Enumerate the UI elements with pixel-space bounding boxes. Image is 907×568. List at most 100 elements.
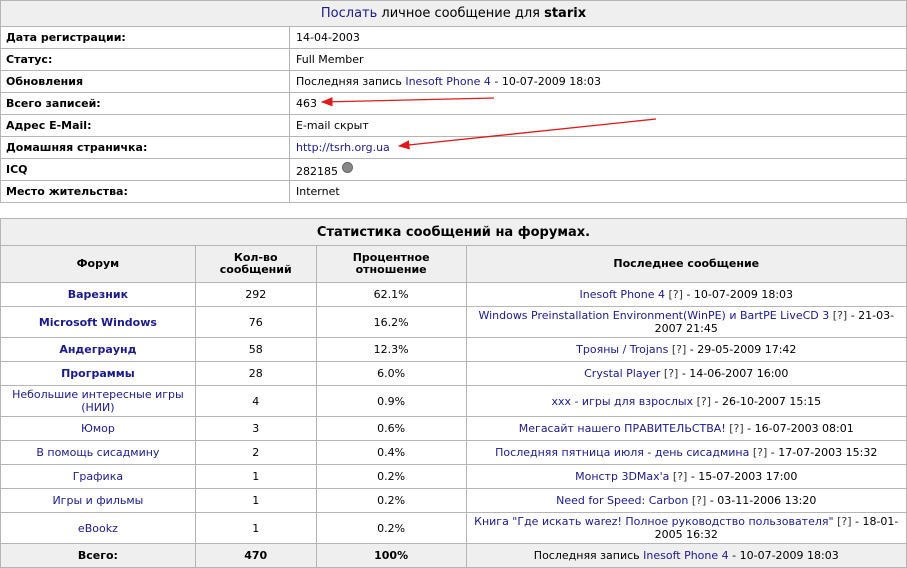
forum-last-post: Inesoft Phone 4 [?] - 10-07-2009 18:03	[465, 282, 907, 307]
profile-header-row: Послать личное сообщение для starix	[0, 0, 907, 27]
last-post-topic-link[interactable]: Windows Preinstallation Environment(WinP…	[478, 309, 829, 322]
forum-post-count: 1	[194, 464, 317, 489]
forum-last-post: Need for Speed: Carbon [?] - 03-11-2006 …	[465, 488, 907, 513]
col-header-percent-line2: отношение	[355, 263, 427, 276]
forum-name-link[interactable]: Программы	[0, 361, 196, 386]
forum-name-link[interactable]: В помощь сисадмину	[0, 440, 196, 465]
forum-name-link[interactable]: Небольшие интересные игры (НИИ)	[0, 385, 196, 417]
forum-post-percent: 0.2%	[315, 512, 467, 544]
forum-post-count: 1	[194, 488, 317, 513]
total-count: 470	[194, 543, 317, 568]
total-last-prefix: Последняя запись	[533, 549, 644, 562]
forum-last-post: xxx - игры для взрослых [?] - 26-10-2007…	[465, 385, 907, 417]
last-post-timestamp: - 03-11-2006 13:20	[706, 494, 817, 507]
forum-post-percent: 16.2%	[315, 306, 467, 338]
location-value: Internet	[289, 180, 907, 203]
stats-title: Статистика сообщений на форумах.	[0, 218, 907, 246]
last-post-info: Последняя запись Inesoft Phone 4 - 10-07…	[289, 70, 907, 93]
forum-row: Небольшие интересные игры (НИИ) 4 0.9% xxx …	[0, 385, 907, 417]
last-post-topic-link[interactable]: Трояны / Trojans	[576, 343, 668, 356]
forum-row: Юмор 3 0.6% Мегасайт нашего ПРАВИТЕЛЬСТВА! …	[0, 416, 907, 441]
topic-help-link[interactable]: [?]	[693, 395, 711, 408]
forum-name-link[interactable]: Андеграунд	[0, 337, 196, 362]
member-status: Full Member	[289, 48, 907, 71]
forum-last-post: Crystal Player [?] - 14-06-2007 16:00	[465, 361, 907, 386]
last-post-link[interactable]: Inesoft Phone 4	[405, 75, 491, 88]
last-post-topic-link[interactable]: Мегасайт нашего ПРАВИТЕЛЬСТВА!	[519, 422, 726, 435]
forum-name-link[interactable]: Игры и фильмы	[0, 488, 196, 513]
forum-last-post: Книга "Где искать warez! Полное руководс…	[465, 512, 907, 544]
last-post-timestamp: - 14-06-2007 16:00	[678, 367, 789, 380]
total-last-date: - 10-07-2009 18:03	[728, 549, 839, 562]
profile-row-status: Статус: Full Member	[0, 48, 907, 71]
last-post-topic-link[interactable]: Последняя пятница июля - день сисадмина	[495, 446, 749, 459]
forum-post-percent: 0.6%	[315, 416, 467, 441]
forum-name-link[interactable]: Юмор	[0, 416, 196, 441]
topic-help-link[interactable]: [?]	[829, 309, 847, 322]
forum-last-post: Последняя пятница июля - день сисадмина …	[465, 440, 907, 465]
last-post-topic-link[interactable]: Need for Speed: Carbon	[556, 494, 688, 507]
topic-help-link[interactable]: [?]	[668, 343, 686, 356]
topic-help-link[interactable]: [?]	[834, 515, 851, 528]
icq-status-icon	[342, 161, 353, 173]
profile-row-total-posts: Всего записей: 463	[0, 92, 907, 115]
forum-post-count: 292	[194, 282, 317, 307]
last-post-timestamp: - 10-07-2009 18:03	[682, 288, 794, 301]
last-post-timestamp: - 29-05-2009 17:42	[686, 343, 797, 356]
forum-post-count: 3	[194, 416, 317, 441]
profile-table: Послать личное сообщение для starix Дата…	[0, 0, 907, 203]
forum-post-percent: 0.2%	[315, 464, 467, 489]
forum-name-link[interactable]: Графика	[0, 464, 196, 489]
last-post-timestamp: - 17-07-2003 15:32	[767, 446, 878, 459]
total-posts-value: 463	[289, 92, 907, 115]
forum-post-count: 1	[194, 512, 317, 544]
forum-post-count: 76	[194, 306, 317, 338]
total-label: Всего:	[0, 543, 196, 568]
homepage-link[interactable]: http://tsrh.org.ua	[296, 141, 390, 154]
topic-help-link[interactable]: [?]	[688, 494, 706, 507]
topic-help-link[interactable]: [?]	[726, 422, 743, 435]
last-post-topic-link[interactable]: Inesoft Phone 4	[580, 288, 666, 301]
total-last-post: Последняя запись Inesoft Phone 4 - 10-07…	[465, 543, 907, 568]
profile-username: starix	[544, 6, 587, 21]
stats-total-row: Всего: 470 100% Последняя запись Inesoft…	[0, 543, 907, 568]
last-post-topic-link[interactable]: Crystal Player	[584, 367, 660, 380]
topic-help-link[interactable]: [?]	[665, 288, 683, 301]
last-post-topic-link[interactable]: xxx - игры для взрослых	[551, 395, 693, 408]
profile-label: Адрес E-Mail:	[0, 114, 290, 137]
forum-row: eBookz 1 0.2% Книга "Где искать warez! Полн…	[0, 512, 907, 544]
total-last-post-link[interactable]: Inesoft Phone 4	[643, 549, 729, 562]
col-header-count-line2: сообщений	[219, 263, 292, 276]
topic-help-link[interactable]: [?]	[669, 470, 687, 483]
registration-date: 14-04-2003	[289, 26, 907, 49]
stats-title-row: Статистика сообщений на форумах.	[0, 218, 907, 246]
last-post-timestamp: - 15-07-2003 17:00	[687, 470, 798, 483]
forum-stats-table: Статистика сообщений на форумах. Форум К…	[0, 218, 907, 568]
forum-post-count: 28	[194, 361, 317, 386]
forum-post-percent: 6.0%	[315, 361, 467, 386]
profile-label: ICQ	[0, 158, 290, 181]
profile-label: Всего записей:	[0, 92, 290, 115]
forum-post-percent: 62.1%	[315, 282, 467, 307]
topic-help-link[interactable]: [?]	[660, 367, 678, 380]
forum-post-count: 2	[194, 440, 317, 465]
col-header-count: Кол-во сообщений	[194, 245, 317, 283]
forum-post-percent: 0.9%	[315, 385, 467, 417]
forum-name-link[interactable]: Microsoft Windows	[0, 306, 196, 338]
profile-label: Дата регистрации:	[0, 26, 290, 49]
last-post-topic-link[interactable]: Монстр 3DMax'а	[575, 470, 669, 483]
last-post-timestamp: - 26-10-2007 15:15	[711, 394, 822, 408]
last-post-topic-link[interactable]: Книга "Где искать warez! Полное руководс…	[474, 515, 833, 528]
forum-name-link[interactable]: eBookz	[0, 512, 196, 544]
topic-help-link[interactable]: [?]	[749, 446, 767, 459]
send-pm-link[interactable]: Послать	[321, 6, 377, 21]
email-value: E-mail скрыт	[289, 114, 907, 137]
icq-number: 282185	[296, 164, 338, 178]
forum-name-link[interactable]: Варезник	[0, 282, 196, 307]
total-percent: 100%	[315, 543, 467, 568]
forum-last-post: Windows Preinstallation Environment(WinP…	[465, 306, 907, 338]
forum-post-count: 58	[194, 337, 317, 362]
col-header-last-post: Последнее сообщение	[465, 245, 907, 283]
forum-last-post: Мегасайт нашего ПРАВИТЕЛЬСТВА! [?] - 16-…	[465, 416, 907, 441]
forum-post-percent: 0.2%	[315, 488, 467, 513]
